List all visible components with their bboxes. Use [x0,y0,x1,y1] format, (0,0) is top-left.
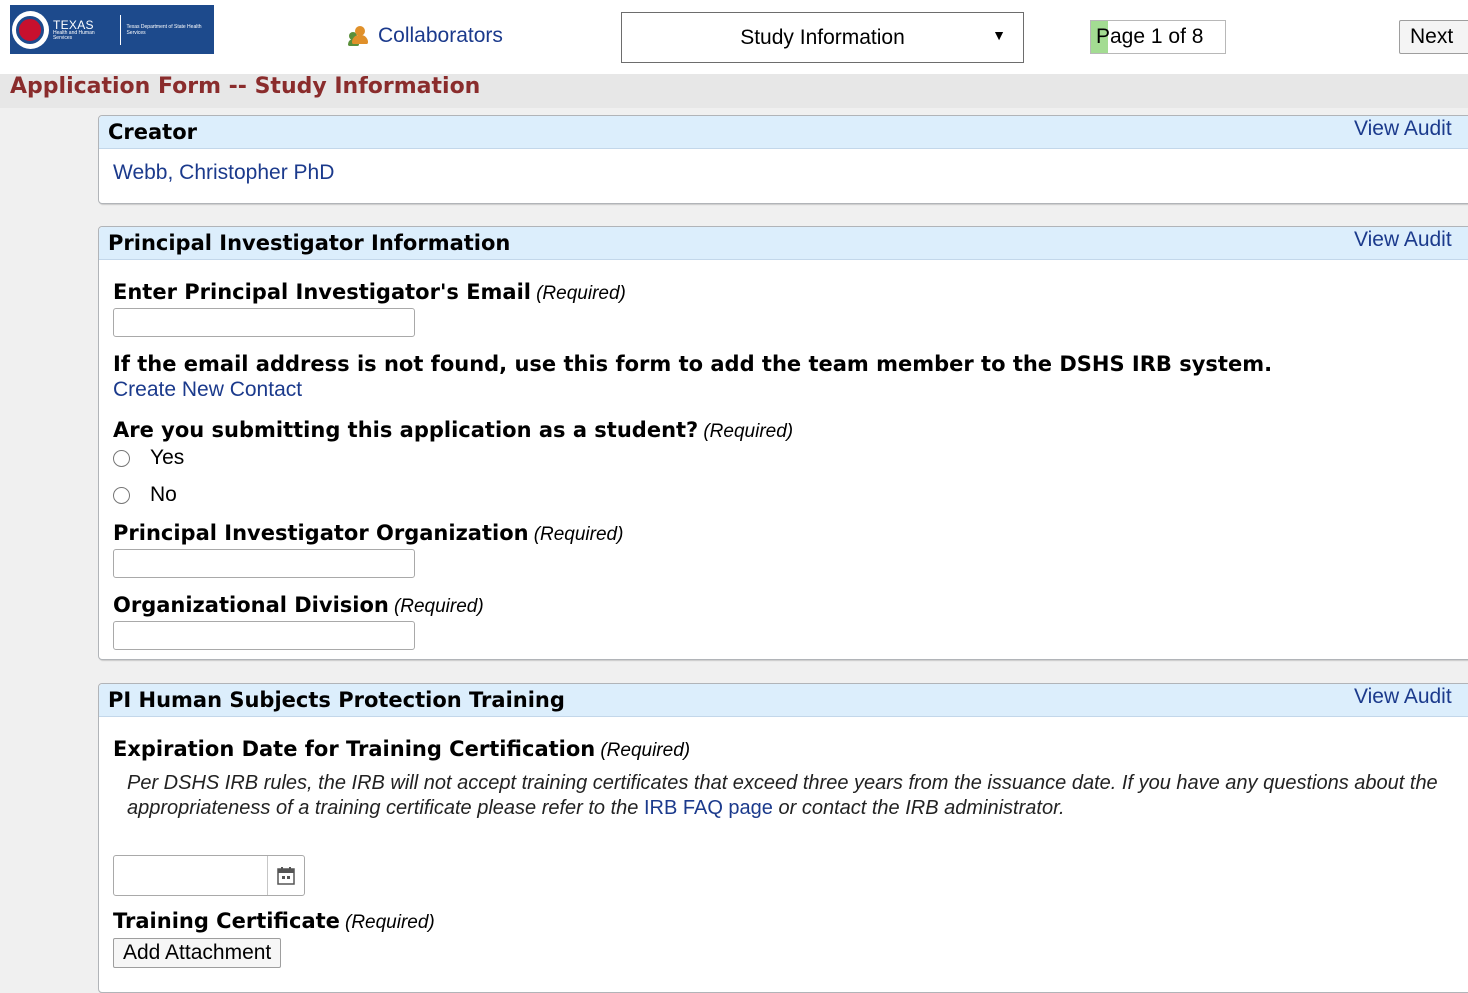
creator-view-audit-link[interactable]: View Audit [1354,117,1452,141]
training-certificate-label: Training Certificate [113,909,340,933]
add-attachment-button[interactable]: Add Attachment [113,938,282,968]
creator-section: Creator View Audit Webb, Christopher PhD [98,115,1468,204]
texas-hhs-logo[interactable]: TEXAS Health and Human Services Texas De… [10,5,214,54]
pi-information-section: Principal Investigator Information View … [98,226,1468,660]
required-marker: (Required) [703,421,794,442]
collaborators-label: Collaborators [378,24,503,47]
required-marker: (Required) [393,596,484,617]
page-select-value: Study Information [740,25,905,49]
pi-section-title: Principal Investigator Information [108,231,511,255]
expiration-label-row: Expiration Date for Training Certificati… [113,737,690,762]
certificate-label-row: Training Certificate (Required) [113,909,435,934]
collaborators-link[interactable]: Collaborators [348,24,503,48]
logo-subtext: Health and Human Services [52,29,95,41]
student-yes-label: Yes [150,446,185,469]
create-new-contact-link[interactable]: Create New Contact [113,378,302,402]
page-indicator: Page 1 of 8 [1090,20,1226,54]
pi-information-header: Principal Investigator Information View … [99,227,1468,260]
collaborators-icon [348,25,370,47]
required-marker: (Required) [345,912,435,933]
organizational-division-input[interactable] [113,621,415,650]
email-not-found-text: If the email address is not found, use t… [113,352,1273,376]
student-question-label: Are you submitting this application as a… [113,418,699,442]
required-marker: (Required) [600,740,691,761]
logo-department: Texas Department of State Health Service… [126,23,202,36]
student-question-row: Are you submitting this application as a… [113,418,793,443]
next-button[interactable]: Next [1399,20,1468,54]
creator-header: Creator View Audit [99,116,1468,149]
pi-view-audit-link[interactable]: View Audit [1354,228,1452,252]
expiration-date-label: Expiration Date for Training Certificati… [113,737,596,761]
pi-organization-label: Principal Investigator Organization [113,521,529,545]
page-indicator-text: Page 1 of 8 [1096,25,1204,48]
division-label-row: Organizational Division (Required) [113,593,484,618]
texas-seal-icon [12,10,49,49]
student-yes-radio[interactable] [113,449,130,467]
student-no-option[interactable]: No [113,483,177,507]
training-section-title: PI Human Subjects Protection Training [108,688,565,712]
pi-email-label: Enter Principal Investigator's Email [113,280,531,304]
dropdown-arrow-icon: ▼ [992,27,1006,43]
organizational-division-label: Organizational Division [113,593,389,617]
student-no-label: No [150,483,177,506]
top-toolbar: TEXAS Health and Human Services Texas De… [0,0,1468,74]
logo-divider [119,14,121,45]
creator-section-title: Creator [108,120,198,144]
training-help-text: Per DSHS IRB rules, the IRB will not acc… [127,772,1438,819]
pi-email-label-row: Enter Principal Investigator's Email (Re… [113,280,626,305]
training-header: PI Human Subjects Protection Training Vi… [99,684,1468,717]
required-marker: (Required) [533,524,624,545]
pi-organization-input[interactable] [113,549,415,578]
training-section: PI Human Subjects Protection Training Vi… [98,683,1468,993]
pi-org-label-row: Principal Investigator Organization (Req… [113,521,623,546]
calendar-icon[interactable] [267,856,304,895]
creator-name-link[interactable]: Webb, Christopher PhD [113,161,334,185]
expiration-date-input[interactable] [114,856,267,895]
required-marker: (Required) [536,283,626,304]
logo-wordmark: TEXAS [52,17,94,32]
student-yes-option[interactable]: Yes [113,446,184,470]
pi-email-input[interactable] [113,308,415,337]
expiration-date-field [113,855,305,896]
page-select-dropdown[interactable]: Study Information ▼ [621,12,1024,63]
page-title: Application Form -- Study Information [0,74,1468,108]
irb-faq-link[interactable]: IRB FAQ page [644,797,773,819]
student-no-radio[interactable] [113,486,130,504]
training-view-audit-link[interactable]: View Audit [1354,685,1452,709]
